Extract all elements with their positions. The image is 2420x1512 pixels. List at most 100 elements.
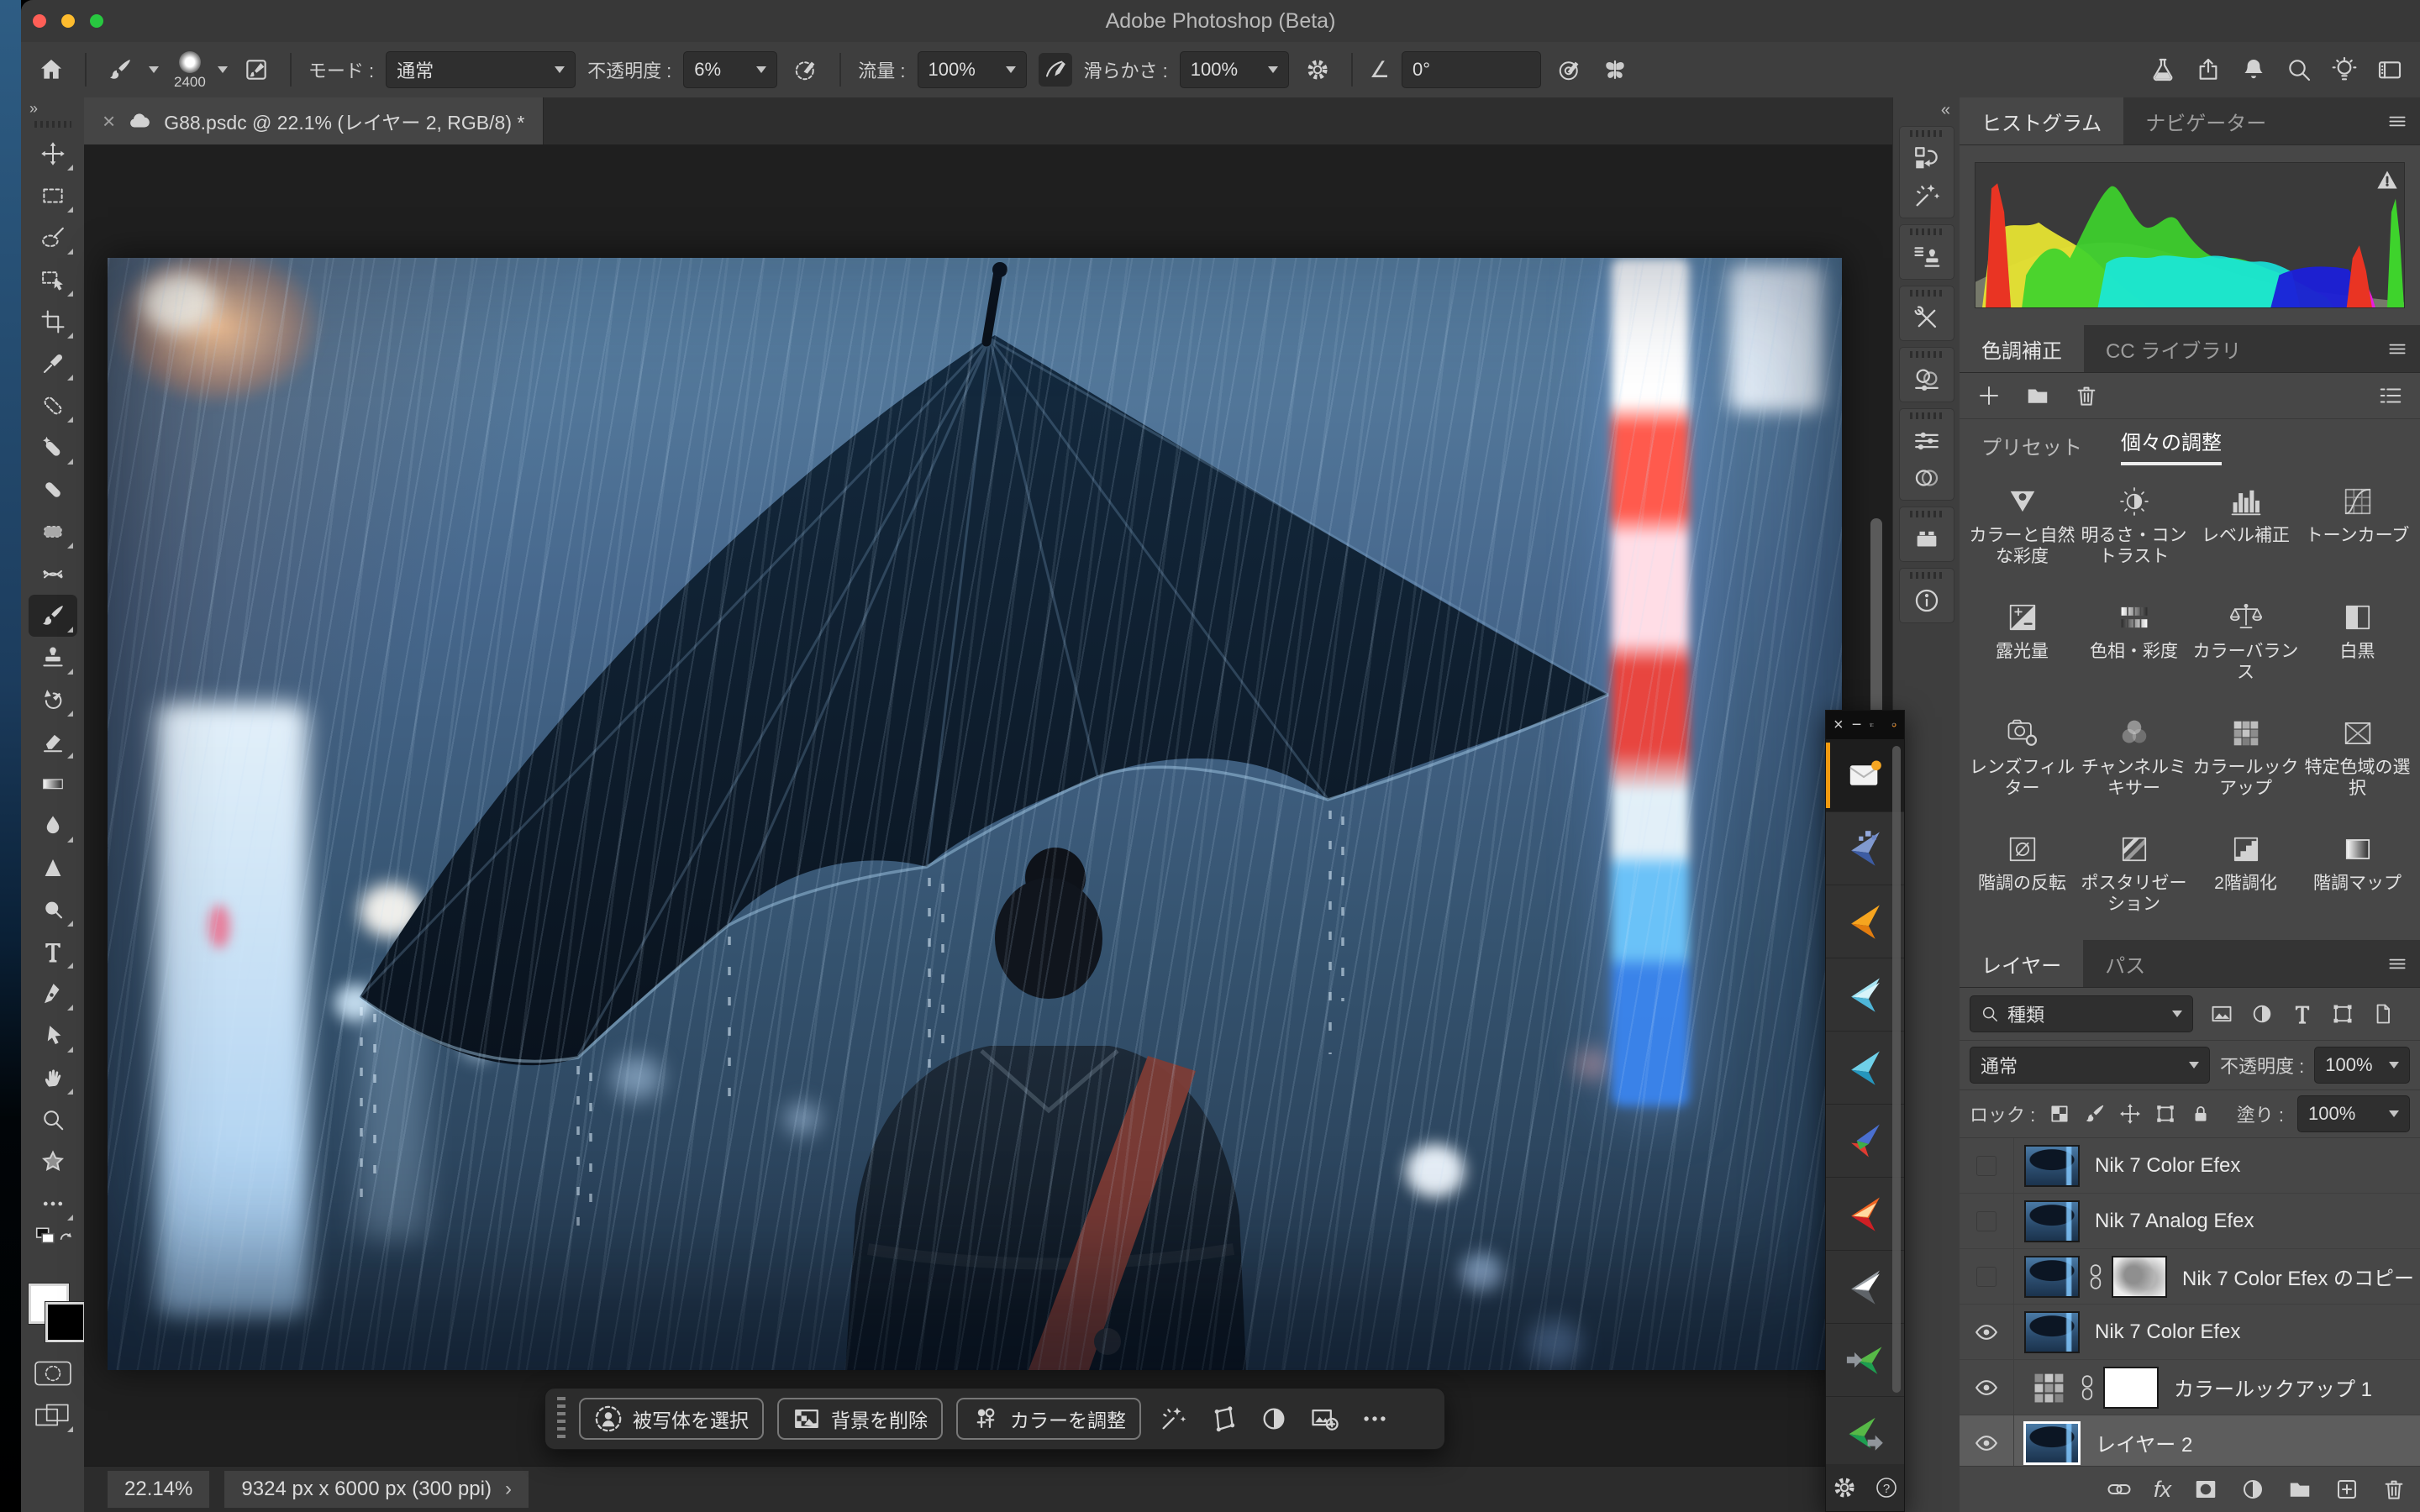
delete-layer-icon[interactable]: [2381, 1477, 2407, 1502]
brush-tool-preset-icon[interactable]: [103, 53, 137, 87]
move-tool[interactable]: [29, 133, 77, 175]
layer-opacity-input[interactable]: 100%: [2314, 1047, 2410, 1084]
blur-tool[interactable]: [29, 805, 77, 847]
custom-shape-tool[interactable]: [29, 1141, 77, 1183]
document-tab[interactable]: × G88.psdc @ 22.1% (レイヤー 2, RGB/8) *: [84, 97, 544, 144]
airbrush-toggle[interactable]: [1039, 53, 1072, 87]
info-panel-icon[interactable]: [1908, 582, 1945, 619]
remove-background-button[interactable]: 背景を削除: [777, 1398, 943, 1440]
type-tool[interactable]: [29, 931, 77, 973]
spot-healing-brush-tool[interactable]: [29, 427, 77, 469]
layer-thumbnail[interactable]: [2023, 1421, 2081, 1465]
brush-tool[interactable]: [29, 595, 77, 637]
adjustment-exposure[interactable]: 露光量: [1966, 592, 2078, 708]
close-icon[interactable]: ×: [1833, 717, 1844, 733]
minimize-icon[interactable]: −: [1852, 717, 1862, 733]
gradient-tool[interactable]: [29, 763, 77, 805]
list-view-icon[interactable]: [2378, 383, 2403, 408]
opacity-input[interactable]: 6%: [683, 51, 777, 88]
adjustment-gradient-map[interactable]: 階調マップ: [2302, 824, 2413, 940]
zoom-tool[interactable]: [29, 1099, 77, 1141]
panel-menu-icon[interactable]: [2386, 325, 2420, 372]
layer-row[interactable]: Nik 7 Analog Efex: [1960, 1194, 2420, 1249]
edit-toolbar-ellipsis[interactable]: [29, 1183, 77, 1225]
brush-size-preview[interactable]: 2400: [174, 51, 206, 89]
workspace-icon[interactable]: [2373, 53, 2407, 87]
document-dimensions[interactable]: 9324 px x 6000 px (300 ppi) ›: [224, 1471, 529, 1508]
pressure-opacity-icon[interactable]: [789, 53, 823, 87]
close-tab-icon[interactable]: ×: [103, 108, 115, 134]
marquee-tool[interactable]: [29, 175, 77, 217]
dock-grip[interactable]: [1910, 130, 1944, 137]
visibility-toggle[interactable]: [1960, 1360, 2014, 1415]
zoom-level-field[interactable]: 22.14%: [108, 1471, 209, 1508]
nik-scrollbar[interactable]: [1892, 746, 1901, 1393]
lock-position-icon[interactable]: [2119, 1103, 2141, 1125]
select-subject-button[interactable]: 被写体を選択: [579, 1398, 764, 1440]
layer-blend-mode-select[interactable]: 通常: [1970, 1047, 2210, 1084]
collapse-panels-chevrons[interactable]: «: [1893, 97, 1960, 120]
hand-tool[interactable]: [29, 1057, 77, 1099]
toolbar-expand-chevrons[interactable]: »: [21, 97, 39, 119]
canvas-image[interactable]: [108, 258, 1842, 1370]
chevron-down-icon[interactable]: [218, 66, 228, 73]
smoothing-input[interactable]: 100%: [1180, 51, 1289, 88]
layer-name[interactable]: Nik 7 Color Efex のコピー: [2182, 1262, 2414, 1291]
add-mask-icon[interactable]: [2193, 1477, 2218, 1502]
visibility-toggle[interactable]: [1960, 1249, 2014, 1304]
search-icon[interactable]: [2282, 53, 2316, 87]
filter-adjustment-layers-icon[interactable]: [2250, 1002, 2274, 1026]
dock-grip[interactable]: [1910, 412, 1944, 419]
tab-adjustments[interactable]: 色調補正: [1960, 325, 2084, 372]
status-chevron-icon[interactable]: ›: [505, 1478, 512, 1501]
tab-layers[interactable]: レイヤー: [1960, 940, 2083, 987]
link-layers-icon[interactable]: [2107, 1477, 2132, 1502]
eraser-tool[interactable]: [29, 721, 77, 763]
beaker-icon[interactable]: [2146, 53, 2180, 87]
object-selection-tool[interactable]: [29, 259, 77, 301]
new-layer-icon[interactable]: [2334, 1477, 2360, 1502]
mask-link-icon[interactable]: [2086, 1263, 2105, 1290]
toolbar-grip[interactable]: [34, 121, 71, 128]
gear-icon[interactable]: [1832, 1475, 1857, 1500]
home-icon[interactable]: [34, 53, 68, 87]
eyedropper-tool[interactable]: [29, 343, 77, 385]
subtab-single-adjustments[interactable]: 個々の調整: [2121, 426, 2222, 465]
filter-type-layers-icon[interactable]: [2291, 1002, 2314, 1026]
lock-all-icon[interactable]: [2190, 1103, 2212, 1125]
dock-grip[interactable]: [1910, 228, 1944, 235]
adjustment-brightness-contrast[interactable]: 明るさ・コントラスト: [2078, 476, 2190, 592]
lock-pixels-icon[interactable]: [2084, 1103, 2106, 1125]
taskbar-grip[interactable]: [557, 1397, 566, 1441]
layer-thumbnail[interactable]: [2024, 1145, 2080, 1187]
mask-link-icon[interactable]: [2078, 1374, 2096, 1401]
layer-row[interactable]: カラールックアップ 1: [1960, 1360, 2420, 1415]
visibility-toggle[interactable]: [1960, 1415, 2014, 1470]
history-panel-icon[interactable]: [1908, 140, 1945, 177]
symmetry-butterfly-icon[interactable]: [1598, 53, 1632, 87]
panel-menu-icon[interactable]: [2386, 97, 2420, 144]
adjustment-color-balance[interactable]: カラーバランス: [2190, 592, 2302, 708]
quick-mask-button[interactable]: [29, 1352, 77, 1394]
visibility-toggle[interactable]: [1960, 1138, 2014, 1193]
share-icon[interactable]: [2191, 53, 2225, 87]
tab-navigator[interactable]: ナビゲーター: [2123, 97, 2288, 144]
flow-input[interactable]: 100%: [918, 51, 1027, 88]
chevron-down-icon[interactable]: [149, 66, 159, 73]
mixer-panel-icon[interactable]: [1908, 361, 1945, 398]
panel-menu-icon[interactable]: [2386, 940, 2420, 987]
clipping-warning-icon[interactable]: [2375, 168, 2399, 192]
sharpen-tool[interactable]: [29, 847, 77, 889]
dock-grip[interactable]: [1910, 511, 1944, 517]
adjustment-black-white[interactable]: 白黒: [2302, 592, 2413, 708]
lock-transparency-icon[interactable]: [2049, 1103, 2070, 1125]
lock-artboard-icon[interactable]: [2154, 1103, 2176, 1125]
crop-tool[interactable]: [29, 301, 77, 343]
layer-name[interactable]: Nik 7 Color Efex: [2095, 1320, 2240, 1344]
layer-name[interactable]: カラールックアップ 1: [2174, 1373, 2372, 1402]
clone-source-panel-icon[interactable]: [1908, 239, 1945, 276]
adjustment-posterize[interactable]: ポスタリゼーション: [2078, 824, 2190, 940]
path-selection-tool[interactable]: [29, 1015, 77, 1057]
adjustment-hue-saturation[interactable]: 色相・彩度: [2078, 592, 2190, 708]
content-aware-move-tool[interactable]: [29, 553, 77, 595]
